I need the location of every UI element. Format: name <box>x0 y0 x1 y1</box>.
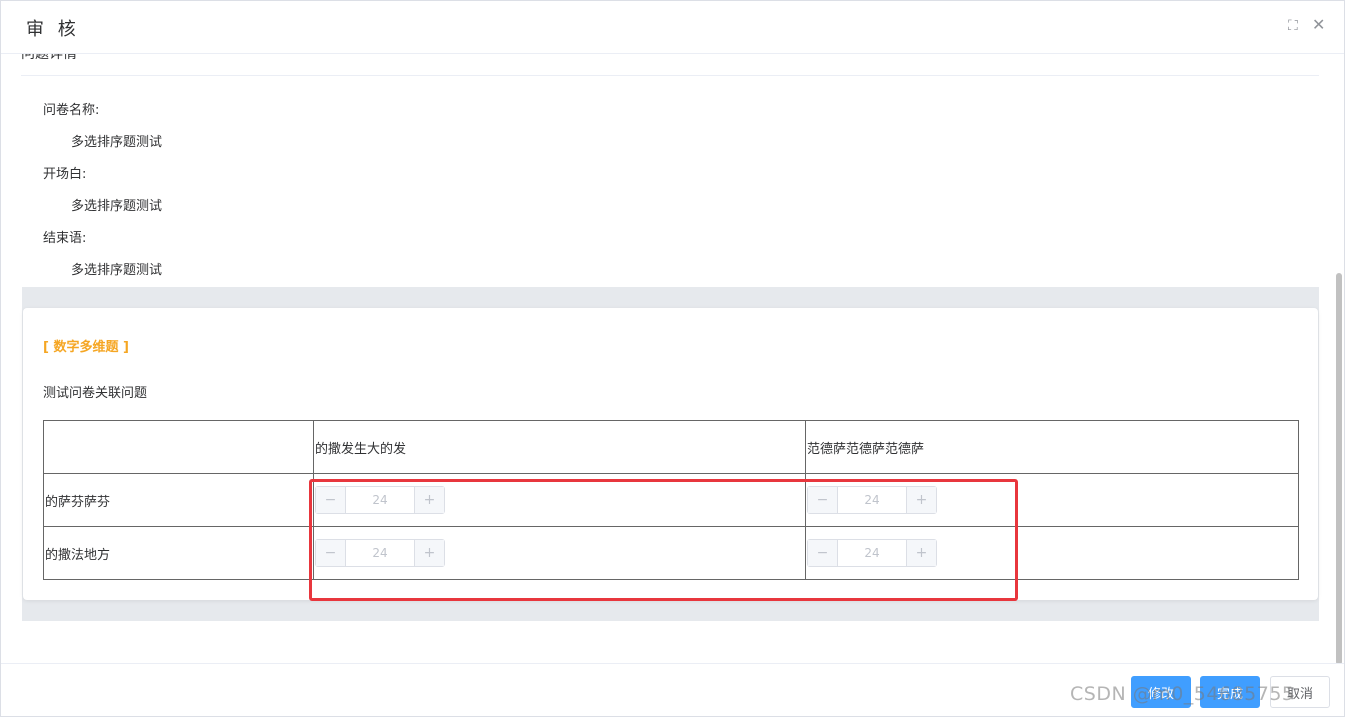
table-cell: − 24 + <box>805 526 1299 580</box>
stepper-value[interactable]: 24 <box>346 487 414 513</box>
increase-button[interactable]: + <box>414 540 444 566</box>
divider <box>21 75 1319 76</box>
increase-button[interactable]: + <box>414 487 444 513</box>
table-header-cell: 范德萨范德萨范德萨 <box>805 420 1299 474</box>
opening-value: 多选排序题测试 <box>71 199 163 214</box>
increase-button[interactable]: + <box>906 540 936 566</box>
table-row: 的萨芬萨芬 − 24 + − 24 + <box>43 473 1299 527</box>
scrollbar[interactable] <box>1336 273 1342 665</box>
survey-name-value: 多选排序题测试 <box>71 135 163 150</box>
closing-label: 结束语: <box>43 231 87 246</box>
closing-value: 多选排序题测试 <box>71 263 163 278</box>
expand-icon[interactable]: ⛶ <box>1288 18 1298 34</box>
complete-button[interactable]: 完成 <box>1200 676 1260 708</box>
dialog-header: 审 核 ⛶ ✕ <box>1 1 1344 54</box>
survey-name-label: 问卷名称: <box>43 103 100 118</box>
matrix-table: 的撒发生大的发 范德萨范德萨范德萨 的萨芬萨芬 − 24 + − 24 + 的撒… <box>43 420 1299 580</box>
question-text: 测试问卷关联问题 <box>43 386 148 401</box>
table-cell: − 24 + <box>313 526 806 580</box>
table-cell: − 24 + <box>805 473 1299 527</box>
table-header-cell <box>43 420 314 474</box>
decrease-button[interactable]: − <box>316 540 346 566</box>
decrease-button[interactable]: − <box>316 487 346 513</box>
section-title: 问题详情 <box>21 53 77 62</box>
dialog-title: 审 核 <box>26 19 80 40</box>
table-row: 的撒法地方 − 24 + − 24 + <box>43 526 1299 580</box>
row-label: 的萨芬萨芬 <box>43 473 314 527</box>
table-header-row: 的撒发生大的发 范德萨范德萨范德萨 <box>43 420 1299 474</box>
dialog-body[interactable]: 问题详情 问卷名称: 多选排序题测试 开场白: 多选排序题测试 结束语: 多选排… <box>1 53 1344 664</box>
cancel-button[interactable]: 取消 <box>1270 676 1330 708</box>
table-header-cell: 的撒发生大的发 <box>313 420 806 474</box>
review-dialog: 审 核 ⛶ ✕ 问题详情 问卷名称: 多选排序题测试 开场白: 多选排序题测试 … <box>0 0 1345 717</box>
number-stepper[interactable]: − 24 + <box>315 486 445 514</box>
modify-button[interactable]: 修改 <box>1131 676 1191 708</box>
stepper-value[interactable]: 24 <box>838 487 906 513</box>
number-stepper[interactable]: − 24 + <box>315 539 445 567</box>
increase-button[interactable]: + <box>906 487 936 513</box>
question-type-label: [ 数字多维题 ] <box>43 340 129 355</box>
number-stepper[interactable]: − 24 + <box>807 486 937 514</box>
opening-label: 开场白: <box>43 167 87 182</box>
stepper-value[interactable]: 24 <box>346 540 414 566</box>
stepper-value[interactable]: 24 <box>838 540 906 566</box>
close-icon[interactable]: ✕ <box>1312 17 1325 33</box>
number-stepper[interactable]: − 24 + <box>807 539 937 567</box>
table-cell: − 24 + <box>313 473 806 527</box>
decrease-button[interactable]: − <box>808 540 838 566</box>
decrease-button[interactable]: − <box>808 487 838 513</box>
row-label: 的撒法地方 <box>43 526 314 580</box>
